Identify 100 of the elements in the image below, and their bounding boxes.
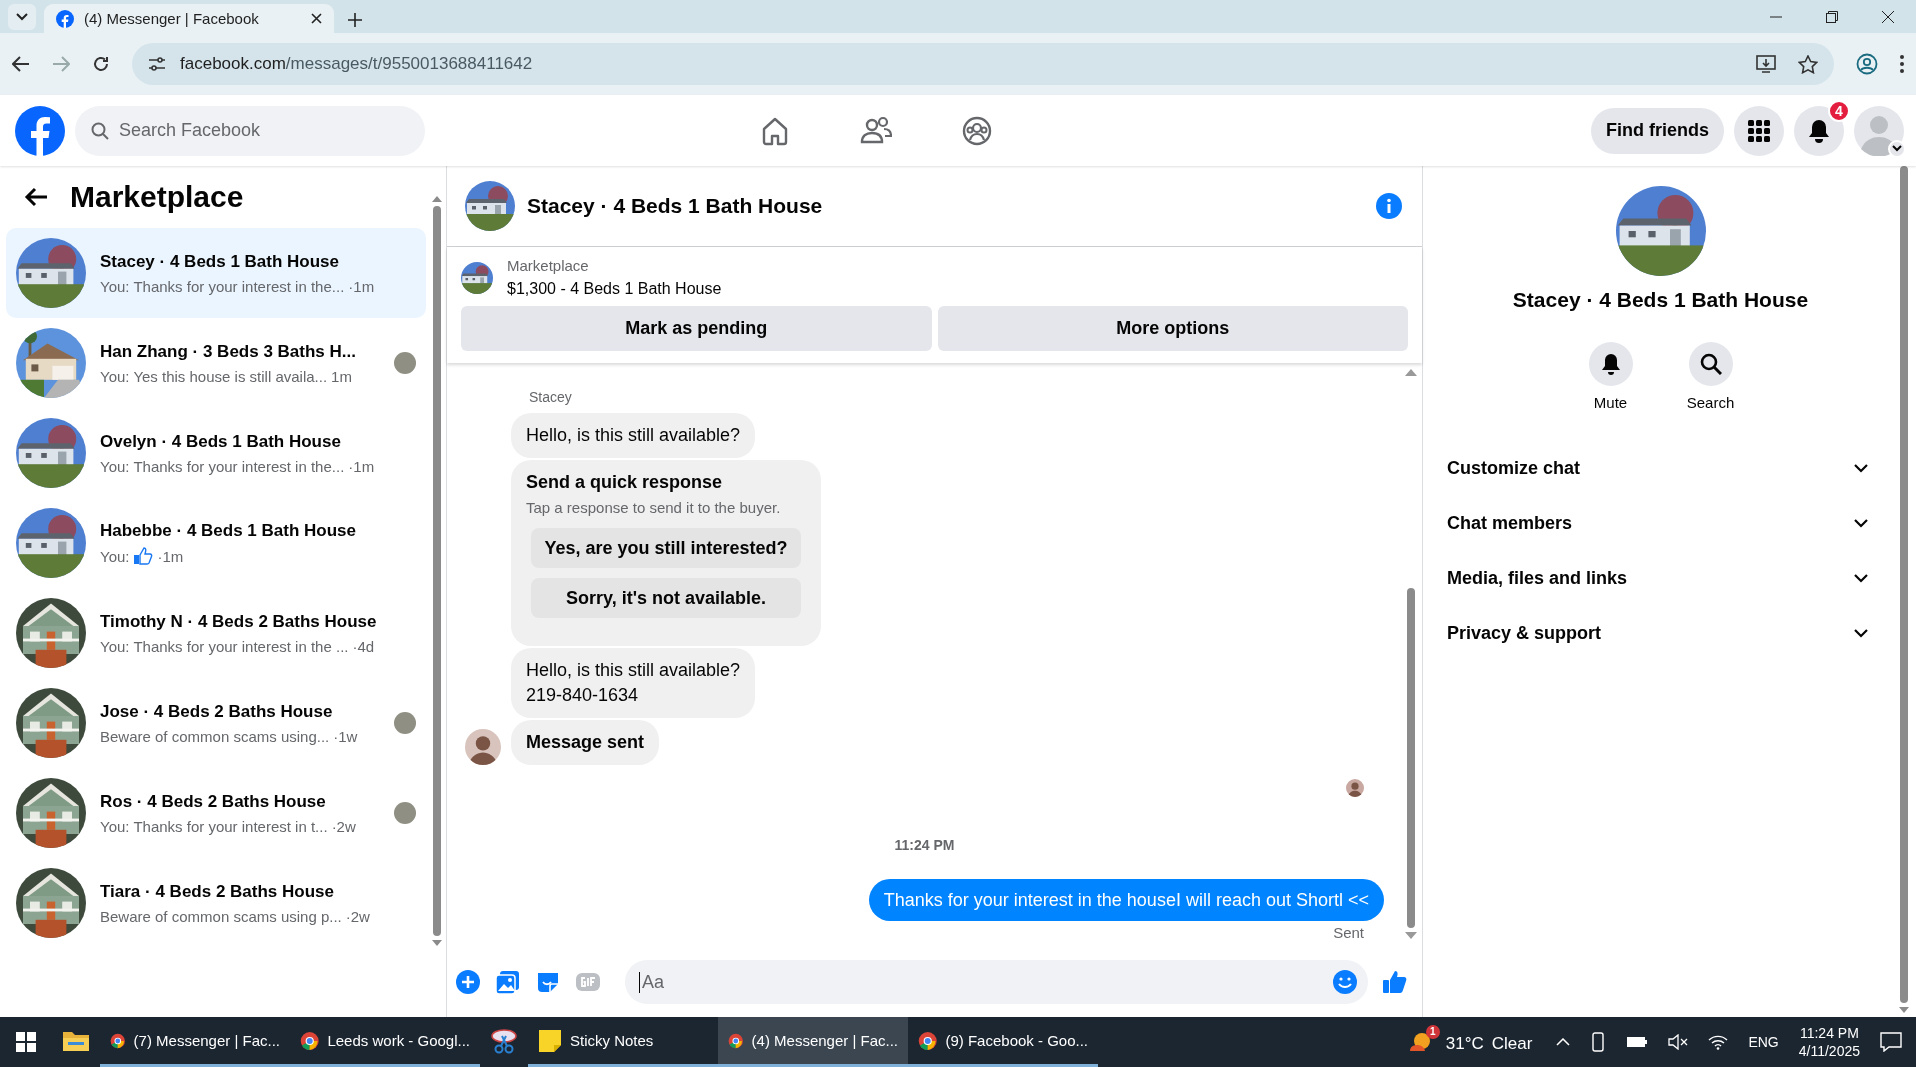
mute-button[interactable] [1588,342,1633,386]
quick-reply-button[interactable]: Sorry, it's not available. [531,578,801,618]
search-icon [1699,353,1722,375]
message-bubble: Hello, is this still available? [511,413,756,458]
conversation-item[interactable]: Tiara · 4 Beds 2 Baths House Beware of common scams using p... ·2w [6,858,426,948]
conversation-title: Stacey · 4 Beds 1 Bath House [100,251,341,272]
card-hint: Tap a response to send it to the buyer. [526,499,782,516]
home-icon[interactable] [760,115,790,146]
conversation-item[interactable]: Ovelyn · 4 Beds 1 Bath House You: Thanks for your interest in the... ·1m [6,408,426,498]
notification-icon[interactable] [1880,1032,1902,1052]
card-title: Send a quick response [526,472,724,493]
clock[interactable]: 11:24 PM 4/11/2025 [1798,1024,1860,1060]
conversation-item[interactable]: Han Zhang · 3 Beds 3 Baths H... You: Yes this house is still availa... 1m [6,318,426,408]
conversation-item[interactable]: Timothy N · 4 Beds 2 Baths House You: Thanks for your interest in the ... ·4d [6,588,426,678]
search-button[interactable] [1688,342,1733,386]
conversation-item[interactable]: Ros · 4 Beds 2 Baths House You: Thanks for your interest in t... ·2w [6,768,426,858]
listing-source: Marketplace [507,257,590,274]
scroll-up-icon[interactable] [432,196,442,202]
site-settings-icon[interactable] [148,56,166,72]
restore-icon[interactable] [1826,10,1838,23]
taskbar-app[interactable]: (9) Facebook - Goo... [908,1017,1098,1067]
bell-icon [1808,118,1830,143]
message-input[interactable]: Aa [625,960,1368,1004]
scroll-up-icon[interactable] [1405,369,1417,376]
battery-icon[interactable] [1626,1036,1649,1048]
menu-icon[interactable] [1900,55,1904,73]
thumbs-up-icon[interactable] [1382,969,1408,995]
windows-icon [16,1032,36,1052]
section-header[interactable]: Customize chat [1445,441,1868,496]
back-icon[interactable] [12,56,30,72]
conversation-item[interactable]: Stacey · 4 Beds 1 Bath House You: Thanks for your interest in the... ·1m [6,228,426,318]
taskbar-app[interactable]: (7) Messenger | Fac... [100,1017,290,1067]
facebook-logo[interactable] [15,105,65,156]
scissors-icon [490,1027,518,1054]
message-time: 1m [331,367,352,385]
scroll-down-icon[interactable] [432,940,442,946]
message-time: ·1m [348,277,375,295]
sidebar-title: Marketplace [70,180,244,214]
message-preview: You: Yes this house is still availa... [100,367,328,385]
conversation-item[interactable]: Habebbe · 4 Beds 1 Bath House You: ·1m [6,498,426,588]
message-bubble: Message sent [511,720,660,765]
install-icon[interactable] [1756,55,1776,73]
speaker-muted-icon[interactable] [1668,1034,1689,1050]
conversation-item[interactable]: Jose · 4 Beds 2 Baths House Beware of common scams using... ·1w [6,678,426,768]
scroll-down-icon[interactable] [1405,932,1417,939]
close-icon[interactable] [1882,10,1894,23]
language-indicator[interactable]: ENG [1748,1034,1779,1050]
chevron-up-icon[interactable] [1556,1038,1571,1046]
menu-button[interactable] [1734,105,1784,156]
avatar [465,729,501,765]
message-bubble: Thanks for your interest in the houseI will reach out Shortl << [868,879,1384,921]
message-bubble: Hello, is this still available? 219-840-1634 [511,648,756,718]
photo-icon[interactable] [495,969,521,995]
message-preview: You: Thanks for your interest in the ... [100,637,349,655]
scrollbar-thumb[interactable] [1900,166,1908,1003]
section-header[interactable]: Media, files and links [1445,551,1868,606]
weather-condition: Clear [1491,1034,1533,1054]
caret-icon [16,13,28,21]
wifi-icon[interactable] [1708,1034,1729,1050]
taskbar-app[interactable]: (4) Messenger | Fac... [718,1017,908,1067]
find-friends-button[interactable]: Find friends [1591,107,1724,154]
sender-name: Stacey [529,389,573,405]
reload-icon[interactable] [92,55,110,73]
listing-action-button[interactable]: More options [937,306,1408,351]
scrollbar-thumb[interactable] [1407,588,1415,928]
thumbs-up-icon [133,547,154,565]
alert-badge: 1 [1425,1024,1440,1039]
taskbar-app[interactable]: Leeds work - Googl... [290,1017,480,1067]
profile-icon[interactable] [1856,53,1878,75]
scroll-down-icon[interactable] [1899,1007,1909,1013]
conversation-title: Timothy N · 4 Beds 2 Baths House [100,611,378,632]
friends-icon[interactable] [860,115,892,146]
search-field[interactable]: Search Facebook [75,105,425,156]
message-preview: Beware of common scams using p... [100,907,342,925]
avatar [1854,105,1904,156]
section-header[interactable]: Chat members [1445,496,1868,551]
chat-title: Stacey · 4 Beds 1 Bath House [527,194,824,218]
phone-link-icon[interactable] [1590,1032,1607,1052]
bell-icon [1600,353,1621,375]
plus-icon[interactable] [455,969,481,995]
scrollbar-thumb[interactable] [433,206,441,936]
delivery-status: Sent [1333,924,1364,941]
listing-action-button[interactable]: Mark as pending [461,306,932,351]
groups-icon[interactable] [962,115,992,146]
tab-search-button[interactable] [8,4,36,30]
quick-reply-button[interactable]: Yes, are you still interested? [531,528,801,568]
timestamp: 11:24 PM [894,837,955,853]
close-icon[interactable] [311,13,322,24]
conversation-name: Stacey · 4 Beds 1 Bath House [1512,288,1809,312]
message-time: ·1w [333,727,358,745]
weather-widget[interactable]: 1 31°C Clear [1407,1022,1537,1062]
back-arrow-icon[interactable] [24,187,48,207]
browser-tab[interactable]: (4) Messenger | Facebook [44,4,334,33]
emoji-icon[interactable] [1332,969,1358,995]
conversation-title: Ros · 4 Beds 2 Baths House [100,791,327,812]
star-icon[interactable] [1798,54,1818,74]
address-bar[interactable]: facebook.com/messages/t/9550013688411642 [132,43,1834,85]
new-tab-icon[interactable] [348,13,362,27]
section-header[interactable]: Privacy & support [1445,606,1868,661]
info-icon[interactable] [1376,193,1402,219]
